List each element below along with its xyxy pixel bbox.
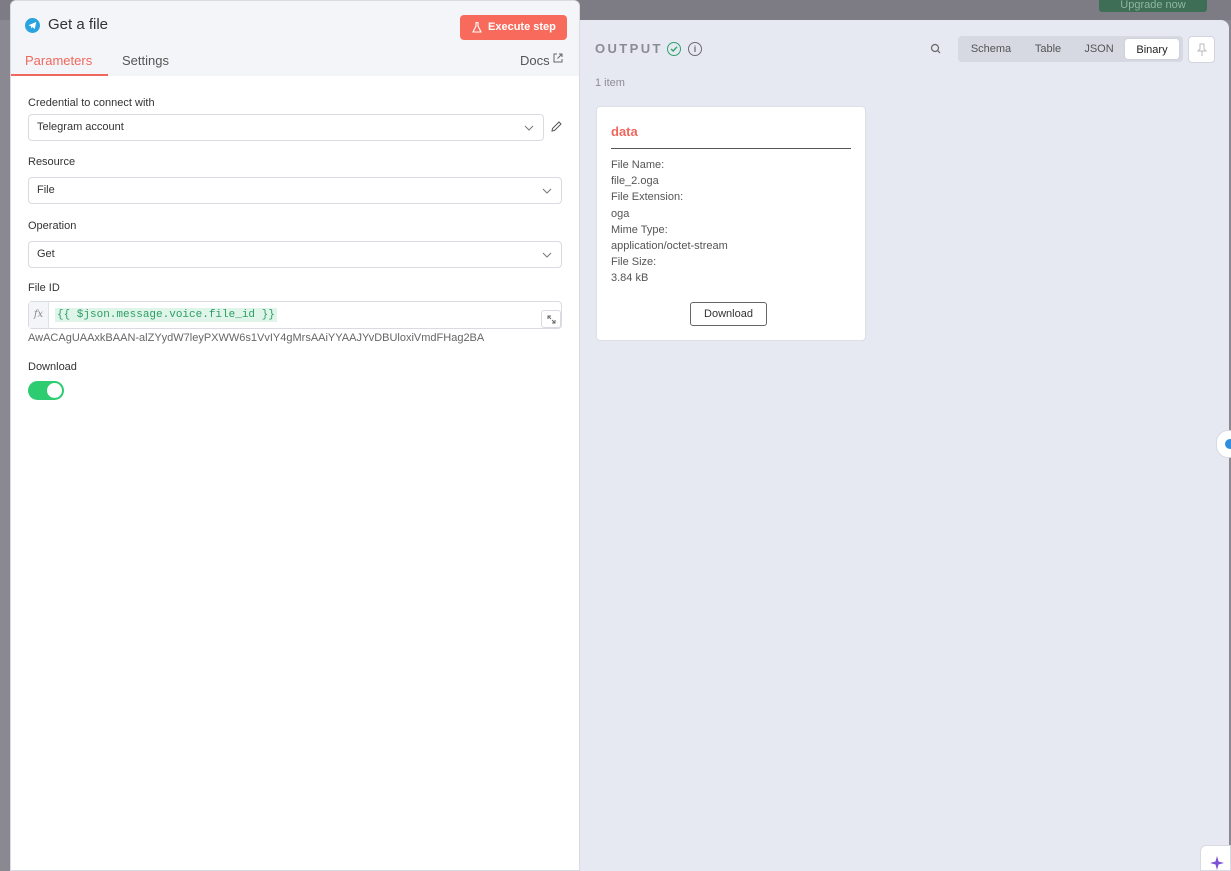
chevron-down-icon bbox=[542, 188, 552, 194]
file-id-expression[interactable]: {{ $json.message.voice.file_id }} bbox=[55, 308, 277, 322]
resource-select[interactable]: File bbox=[28, 177, 562, 204]
file-id-label: File ID bbox=[28, 282, 60, 294]
telegram-icon bbox=[25, 18, 40, 33]
tab-binary[interactable]: Binary bbox=[1124, 38, 1180, 60]
docs-label: Docs bbox=[520, 53, 550, 68]
expand-expression-button[interactable] bbox=[541, 310, 561, 328]
tab-table[interactable]: Table bbox=[1022, 36, 1074, 62]
resource-value: File bbox=[37, 184, 55, 196]
file-name-label: File Name: bbox=[611, 159, 665, 171]
success-check-icon bbox=[667, 42, 681, 56]
output-view-tabs: Schema Table JSON Binary bbox=[958, 36, 1183, 62]
fx-badge: fx bbox=[29, 302, 49, 328]
docs-link[interactable]: Docs bbox=[520, 53, 563, 68]
ai-assistant-button[interactable] bbox=[1200, 845, 1231, 871]
operation-select[interactable]: Get bbox=[28, 241, 562, 268]
mime-type-value: application/octet-stream bbox=[611, 240, 728, 253]
toggle-knob bbox=[47, 383, 62, 398]
credential-select[interactable]: Telegram account bbox=[28, 114, 544, 141]
active-tab-indicator bbox=[11, 74, 108, 76]
operation-value: Get bbox=[37, 248, 55, 260]
divider bbox=[611, 148, 851, 149]
node-header: Get a file Execute step Parameters Setti… bbox=[11, 1, 579, 76]
item-count: 1 item bbox=[595, 77, 625, 89]
edit-credential-icon[interactable] bbox=[550, 120, 563, 133]
mime-type-label: Mime Type: bbox=[611, 223, 668, 236]
binary-metadata: File Name: file_2.oga File Extension: og… bbox=[611, 157, 728, 287]
file-size-label: File Size: bbox=[611, 256, 657, 269]
tab-schema[interactable]: Schema bbox=[964, 36, 1018, 62]
file-size-value: 3.84 kB bbox=[611, 272, 649, 285]
node-title[interactable]: Get a file bbox=[48, 16, 108, 33]
binary-download-button[interactable]: Download bbox=[690, 302, 767, 326]
download-toggle[interactable] bbox=[28, 381, 64, 400]
expand-icon bbox=[547, 315, 556, 324]
execute-step-button[interactable]: Execute step bbox=[460, 15, 567, 40]
binary-property-name: data bbox=[611, 124, 638, 139]
file-name-value: file_2.oga bbox=[611, 175, 659, 188]
execute-step-label: Execute step bbox=[488, 21, 556, 33]
credential-value: Telegram account bbox=[37, 121, 124, 133]
tab-json[interactable]: JSON bbox=[1076, 36, 1122, 62]
node-connector-handle[interactable] bbox=[1216, 430, 1231, 458]
file-id-resolved-value: AwACAgUAAxkBAAN-alZYydW7leyPXWW6s1VvIY4g… bbox=[28, 332, 485, 344]
file-id-expression-input[interactable]: fx {{ $json.message.voice.file_id }} bbox=[28, 301, 562, 329]
upgrade-button[interactable]: Upgrade now bbox=[1099, 0, 1207, 12]
output-title: OUTPUT bbox=[595, 41, 663, 56]
pin-data-button[interactable] bbox=[1188, 36, 1215, 63]
tab-parameters[interactable]: Parameters bbox=[25, 53, 92, 68]
credential-label: Credential to connect with bbox=[28, 97, 155, 109]
chevron-down-icon bbox=[524, 125, 534, 131]
info-icon[interactable]: i bbox=[688, 42, 702, 56]
node-parameters-panel: Get a file Execute step Parameters Setti… bbox=[10, 0, 580, 871]
file-extension-label: File Extension: bbox=[611, 191, 684, 204]
operation-label: Operation bbox=[28, 220, 77, 232]
chevron-down-icon bbox=[542, 252, 552, 258]
external-link-icon bbox=[553, 53, 563, 63]
file-extension-value: oga bbox=[611, 207, 630, 220]
search-icon[interactable] bbox=[929, 42, 943, 56]
download-label: Download bbox=[28, 361, 77, 373]
tab-settings[interactable]: Settings bbox=[122, 53, 169, 68]
binary-data-card: data File Name: file_2.oga File Extensio… bbox=[596, 106, 866, 341]
resource-label: Resource bbox=[28, 156, 76, 168]
